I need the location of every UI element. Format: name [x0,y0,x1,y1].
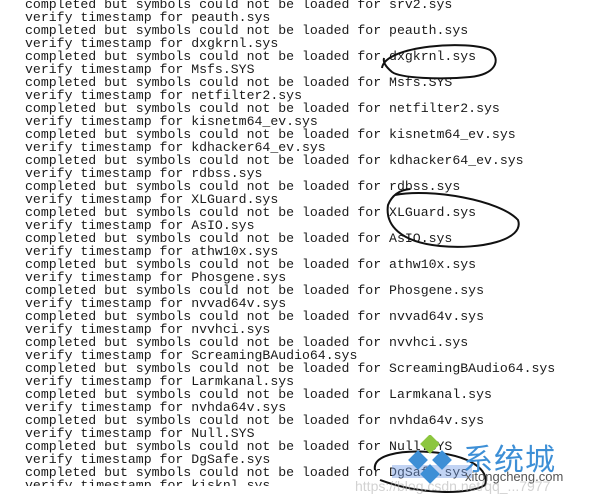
watermark-url: https://blog.csdn.net/qq_...7977 [355,478,551,494]
debug-log-output: completed but symbols could not be loade… [25,0,606,486]
